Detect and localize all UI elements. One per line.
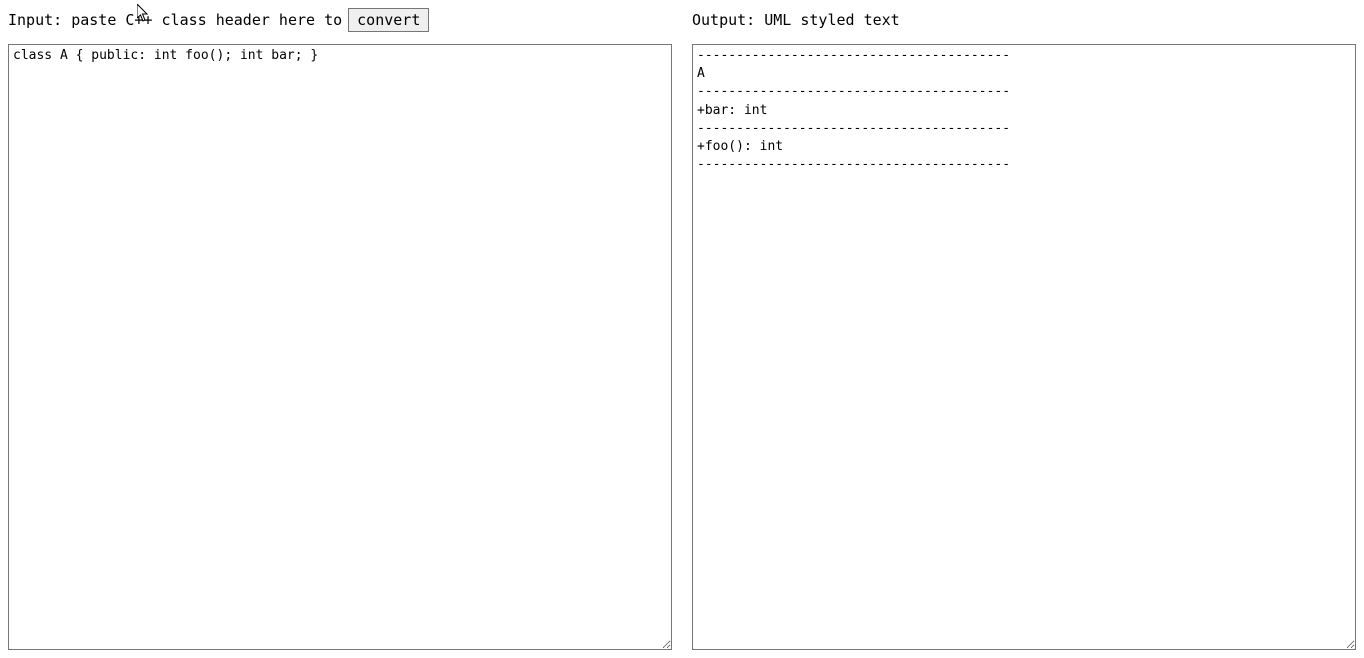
output-pane: Output: UML styled text: [692, 8, 1356, 650]
input-header: Input: paste C++ class header here to co…: [8, 8, 672, 32]
input-textarea[interactable]: [8, 44, 672, 650]
input-label: Input: paste C++ class header here to: [8, 11, 342, 29]
output-header: Output: UML styled text: [692, 8, 1356, 32]
convert-button[interactable]: convert: [348, 8, 429, 32]
output-label: Output: UML styled text: [692, 11, 900, 29]
output-textarea[interactable]: [692, 44, 1356, 650]
input-pane: Input: paste C++ class header here to co…: [8, 8, 672, 650]
